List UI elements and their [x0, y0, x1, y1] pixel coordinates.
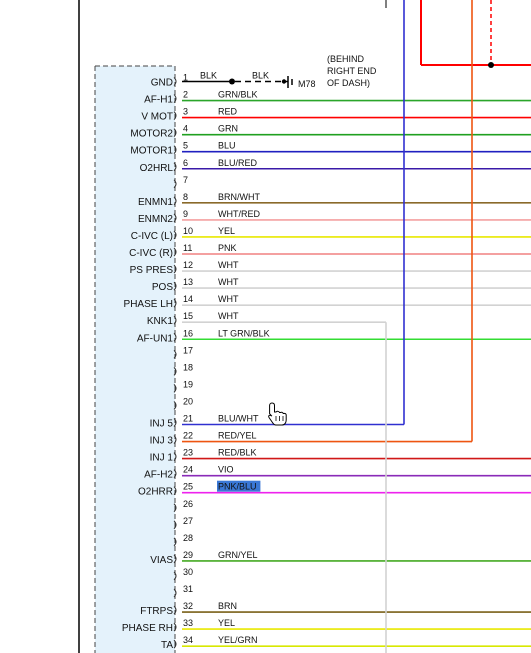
pin-18-number: 18: [183, 362, 193, 372]
pin-10-wire-label: YEL: [218, 226, 235, 236]
pin-19-number: 19: [183, 379, 193, 389]
pin-21-wire-label: BLU/WHT: [218, 414, 259, 424]
pin-15-name: KNK1: [147, 316, 174, 327]
pin-9-number: 9: [183, 209, 188, 219]
pin-6-wire-label: BLU/RED: [218, 158, 258, 168]
pin-5-name: MOTOR1: [130, 146, 173, 157]
wiring-diagram: GND 1 BLK BLK AF-H1 2 GRN/BLK V MOT 3 RED MOTOR2 4 G…: [0, 0, 531, 653]
pin-23-name: INJ 1: [150, 453, 174, 464]
pin-2-name: AF-H1: [144, 95, 173, 106]
pin-8-name: ENMN1: [138, 197, 173, 208]
pin-24-number: 24: [183, 465, 193, 475]
pin-34-number: 34: [183, 635, 193, 645]
ground-ref-label: M78: [298, 79, 316, 89]
pin-12-wire-label: WHT: [218, 260, 239, 270]
pin-25-number: 25: [183, 482, 193, 492]
pin-14-name: PHASE LH: [124, 299, 173, 310]
pin-13-number: 13: [183, 277, 193, 287]
pin-16-number: 16: [183, 328, 193, 338]
pin-10-number: 10: [183, 226, 193, 236]
pin-12-name: PS PRES: [130, 265, 174, 276]
pin-26-number: 26: [183, 499, 193, 509]
pin-4-name: MOTOR2: [130, 129, 173, 140]
pin-17-number: 17: [183, 345, 193, 355]
pin-34-name: TA: [161, 640, 173, 651]
pin-11-name: C-IVC (R): [129, 248, 173, 259]
pin-5-number: 5: [183, 141, 188, 151]
pin-32-wire-label: BRN: [218, 601, 237, 611]
pin-28-number: 28: [183, 533, 193, 543]
pin-14-number: 14: [183, 294, 193, 304]
pin-7-number: 7: [183, 175, 188, 185]
pin-11-wire-label: PNK: [218, 243, 237, 253]
pin-15-number: 15: [183, 311, 193, 321]
pin-4-number: 4: [183, 124, 188, 134]
pin-16-wire-label: LT GRN/BLK: [218, 328, 270, 338]
pin-3-number: 3: [183, 107, 188, 117]
pin-22-number: 22: [183, 431, 193, 441]
pin-21-number: 21: [183, 414, 193, 424]
ground-dot: [281, 79, 287, 84]
pin-22-wire-label: RED/YEL: [218, 431, 257, 441]
pin-6-name: O2HRL: [140, 163, 174, 174]
pin-10-name: C-IVC (L): [131, 231, 173, 242]
pin-31-number: 31: [183, 584, 193, 594]
pin-1-number: 1: [183, 73, 188, 83]
pin-2-wire-label: GRN/BLK: [218, 90, 258, 100]
pin-29-wire-label: GRN/YEL: [218, 550, 258, 560]
pin-29-number: 29: [183, 550, 193, 560]
pin-5-wire-label: BLU: [218, 141, 236, 151]
pin-12-number: 12: [183, 260, 193, 270]
pin-25-name: O2HRR: [138, 487, 173, 498]
pin-9-name: ENMN2: [138, 214, 173, 225]
pin-8-number: 8: [183, 192, 188, 202]
pin-6-number: 6: [183, 158, 188, 168]
ground-note-line-3: OF DASH): [327, 78, 370, 88]
pin-24-wire-label: VIO: [218, 465, 234, 475]
pin-11-number: 11: [183, 243, 192, 253]
pin-34-wire-label: YEL/GRN: [218, 635, 258, 645]
pin-32-name: FTRPS: [140, 606, 173, 617]
pin-33-number: 33: [183, 618, 193, 628]
pin-23-wire-label: RED/BLK: [218, 448, 257, 458]
pin-33-wire-label: YEL: [218, 618, 235, 628]
ground-note-line-2: RIGHT END: [327, 66, 377, 76]
pin-15-wire-label: WHT: [218, 311, 239, 321]
pin-13-name: POS: [152, 282, 173, 293]
pin-32-number: 32: [183, 601, 193, 611]
pin-1-name: GND: [151, 78, 173, 89]
ground-wire-label: BLK: [252, 71, 269, 81]
pin-20-number: 20: [183, 396, 193, 406]
pin-27-number: 27: [183, 516, 193, 526]
pin-2-number: 2: [183, 90, 188, 100]
pin-16-name: AF-UN1: [137, 333, 174, 344]
pin-30-number: 30: [183, 567, 193, 577]
pin-1-wire-label: BLK: [200, 71, 217, 81]
pin-13-wire-label: WHT: [218, 277, 239, 287]
pin-25-wire-label: PNK/BLU: [218, 482, 257, 492]
pin-3-name: V MOT: [141, 112, 173, 123]
pin-4-wire-label: GRN: [218, 124, 238, 134]
pin-33-name: PHASE RH: [122, 623, 173, 634]
pin-14-wire-label: WHT: [218, 294, 239, 304]
pin-22-name: INJ 3: [150, 436, 174, 447]
pin-23-number: 23: [183, 448, 193, 458]
ground-note-line-1: (BEHIND: [327, 54, 365, 64]
pin-8-wire-label: BRN/WHT: [218, 192, 260, 202]
pin-3-wire-label: RED: [218, 107, 238, 117]
pin-29-name: VIAS: [150, 555, 173, 566]
splice-dot: [229, 78, 235, 85]
pin-21-name: INJ 5: [150, 419, 174, 430]
pin-24-name: AF-H2: [144, 470, 173, 481]
pin-9-wire-label: WHT/RED: [218, 209, 260, 219]
